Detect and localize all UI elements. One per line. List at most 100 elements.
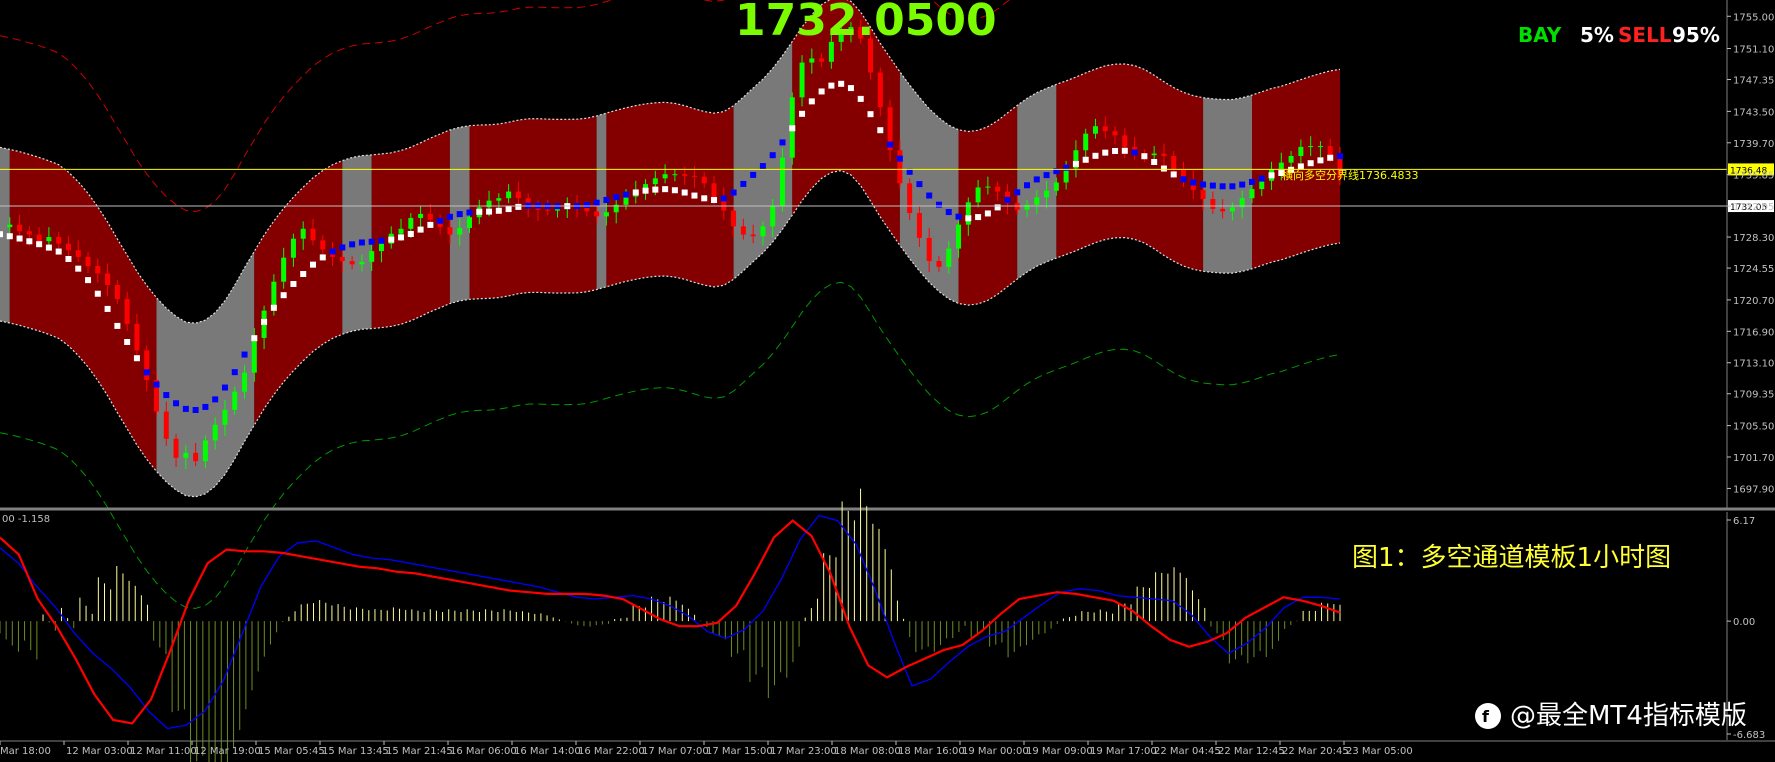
time-tick-label: 22 Mar 12:45 (1218, 746, 1285, 757)
bear-candle (163, 411, 169, 439)
bear-candle (1210, 199, 1216, 209)
trend-dot (984, 210, 991, 217)
trend-dot (398, 234, 405, 241)
trend-dot (1190, 179, 1197, 186)
bull-candle (985, 186, 991, 188)
trend-dot (799, 110, 806, 117)
trend-dot (613, 194, 620, 201)
bull-candle (359, 261, 365, 265)
trend-dot (1258, 175, 1265, 182)
trend-dot (632, 189, 639, 196)
trend-dot (1337, 153, 1343, 160)
trend-dot (329, 248, 336, 255)
trend-dot (818, 88, 825, 95)
bear-candle (105, 273, 111, 286)
trend-dot (378, 237, 385, 244)
time-tick-label: 17 Mar 07:00 (642, 746, 709, 757)
sell-percent: 95% (1672, 23, 1720, 47)
trend-dot (319, 254, 326, 261)
bull-candle (222, 409, 228, 425)
trend-dot (1121, 147, 1128, 154)
trend-dot (603, 196, 610, 203)
time-tick-label: 12 Mar 11:00 (130, 746, 197, 757)
trend-dot (290, 280, 297, 287)
trend-dot (896, 155, 903, 162)
bull-candle (1044, 190, 1050, 198)
price-tick-label: 1724.55 (1733, 264, 1774, 275)
trend-dot (1180, 176, 1187, 183)
price-tick-label: 1739.70 (1733, 139, 1774, 150)
trend-dot (466, 209, 473, 216)
trend-dot (75, 265, 82, 272)
bull-candle (1053, 182, 1059, 191)
bear-candle (1171, 156, 1177, 170)
bear-candle (936, 261, 942, 267)
bull-candle (946, 248, 952, 267)
trend-dot (1004, 196, 1011, 203)
bull-candle (281, 257, 287, 282)
bear-candle (545, 209, 551, 211)
bear-candle (897, 150, 903, 184)
bear-candle (819, 58, 825, 62)
bull-candle (251, 337, 257, 373)
bear-channel-band (342, 154, 372, 335)
mt4-chart: 1736.481732.05 1755.001751.101747.351743… (0, 0, 1775, 762)
trend-dot (26, 238, 33, 245)
time-tick-label: Mar 18:00 (0, 746, 51, 757)
bear-candle (17, 224, 23, 232)
trend-dot (1317, 157, 1324, 164)
bull-candle (232, 391, 238, 410)
bear-candle (124, 299, 130, 324)
trend-dot (114, 322, 121, 329)
macd-tick-label: 6.17 (1733, 516, 1755, 527)
price-tick-label: 1709.35 (1733, 390, 1774, 401)
bear-candle (877, 72, 883, 108)
time-tick-label: 17 Mar 23:00 (770, 746, 837, 757)
time-tick-label: 16 Mar 22:00 (578, 746, 645, 757)
price-tick-label: 1720.70 (1733, 296, 1774, 307)
bull-candle (1317, 146, 1323, 148)
trend-dot (1248, 178, 1255, 185)
bull-candle (369, 251, 375, 262)
trend-dot (945, 209, 952, 216)
bull-candle (378, 243, 384, 252)
trend-dot (427, 221, 434, 228)
bull-candle (662, 174, 668, 179)
trend-dot (867, 111, 874, 118)
trend-dot (750, 171, 757, 178)
bear-candle (750, 234, 756, 237)
trend-dot (36, 241, 43, 248)
trend-dot (1131, 149, 1138, 156)
time-tick-label: 15 Mar 21:45 (386, 746, 453, 757)
bull-candle (603, 212, 609, 217)
trend-dot (838, 80, 845, 87)
bull-candle (496, 198, 502, 201)
trend-dot (1102, 149, 1109, 156)
bear-candle (907, 183, 913, 214)
trend-dot (975, 214, 982, 221)
bear-candle (173, 438, 179, 458)
trend-dot (1170, 171, 1177, 178)
trend-dot (85, 277, 92, 284)
trend-dot (437, 217, 444, 224)
bull-candle (457, 227, 463, 235)
trend-dot (280, 292, 287, 299)
bear-candle (427, 213, 433, 220)
bull-candle (652, 178, 658, 185)
bear-candle (144, 350, 150, 381)
bear-candle (711, 183, 717, 198)
trend-dot (388, 236, 395, 243)
bear-candle (85, 256, 91, 266)
trend-dot (1112, 147, 1119, 154)
price-tick-label: 1713.10 (1733, 359, 1774, 370)
trend-dot (476, 208, 483, 215)
bear-candle (114, 285, 120, 300)
macd-header: 00 -1.158 (2, 514, 50, 525)
trend-dot (486, 208, 493, 215)
trend-dot (221, 384, 228, 391)
trend-dot (173, 400, 180, 407)
bull-candle (212, 424, 218, 441)
trend-dot (1268, 172, 1275, 179)
price-tick-label: 1747.35 (1733, 76, 1774, 87)
time-tick-label: 22 Mar 20:45 (1282, 746, 1349, 757)
